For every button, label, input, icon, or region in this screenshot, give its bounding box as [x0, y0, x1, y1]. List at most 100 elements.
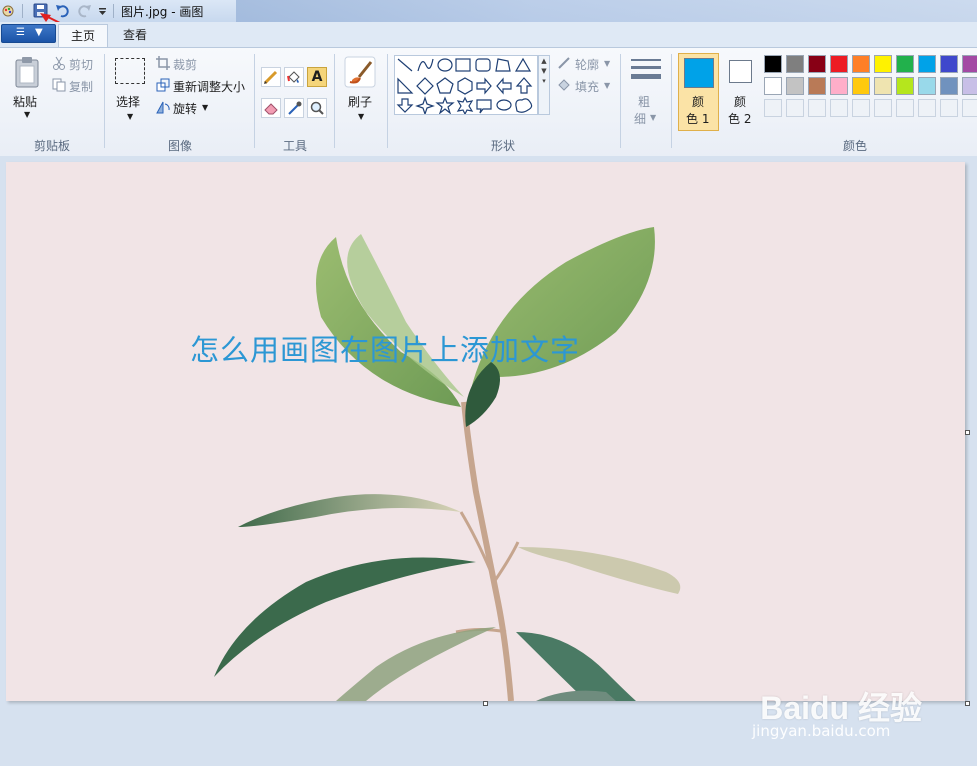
crop-icon [156, 56, 170, 70]
select-button[interactable]: 选择 [116, 93, 140, 110]
palette-swatch-empty[interactable] [962, 99, 977, 117]
copy-button[interactable]: 复制 [69, 78, 93, 95]
eraser-icon[interactable] [261, 98, 281, 118]
ribbon-separator [104, 54, 105, 148]
color1-label-top: 颜 [692, 95, 705, 109]
palette-swatch[interactable] [808, 55, 826, 73]
palette-swatch[interactable] [808, 77, 826, 95]
outline-button[interactable]: 轮廓 [575, 56, 599, 73]
paste-button[interactable]: 粘贴 [13, 93, 37, 110]
rotate-chevron-down-icon[interactable]: ▼ [202, 103, 208, 112]
palette-swatch[interactable] [874, 77, 892, 95]
window-title: 图片.jpg - 画图 [121, 5, 204, 19]
title-bar-background [236, 0, 977, 22]
text-tool-button[interactable]: A [307, 67, 327, 87]
palette-swatch-empty[interactable] [808, 99, 826, 117]
palette-swatch[interactable] [918, 77, 936, 95]
tools-group-label: 工具 [282, 139, 307, 153]
qat-separator [22, 4, 23, 18]
baidu-watermark-url: jingyan.baidu.com [752, 722, 891, 740]
brushes-chevron-down-icon[interactable]: ▼ [358, 112, 364, 121]
palette-swatch-empty[interactable] [874, 99, 892, 117]
canvas-text: 怎么用画图在图片上添加文字 [190, 333, 581, 367]
palette-swatch[interactable] [764, 77, 782, 95]
palette-swatch[interactable] [918, 55, 936, 73]
paint-app-icon[interactable] [1, 3, 15, 17]
palette-swatch[interactable] [852, 77, 870, 95]
tab-view[interactable]: 查看 [112, 24, 158, 48]
canvas-resize-handle-corner[interactable] [965, 701, 970, 706]
copy-icon [52, 78, 66, 92]
palette-swatch-empty[interactable] [786, 99, 804, 117]
ribbon-separator [671, 54, 672, 148]
brushes-button[interactable]: 刷子 [348, 93, 372, 110]
resize-icon [156, 78, 170, 92]
canvas-resize-handle-right[interactable] [965, 430, 970, 435]
fill-bucket-icon[interactable] [284, 67, 304, 87]
brush-icon[interactable] [344, 56, 376, 88]
palette-swatch-empty[interactable] [764, 99, 782, 117]
file-menu-icon: ☰ [16, 27, 25, 38]
palette-swatch[interactable] [830, 77, 848, 95]
shapes-group-label: 形状 [490, 139, 515, 153]
qat-separator [113, 4, 114, 18]
resize-button[interactable]: 重新调整大小 [173, 78, 245, 95]
color1-label-bottom: 色 1 [686, 112, 710, 126]
magnifier-icon[interactable] [307, 98, 327, 118]
color-palette [764, 55, 977, 121]
ribbon-separator [387, 54, 388, 148]
color-picker-icon[interactable] [284, 98, 304, 118]
select-chevron-down-icon[interactable]: ▼ [127, 112, 133, 121]
rotate-button[interactable]: 旋转 [173, 100, 197, 117]
palette-swatch[interactable] [940, 55, 958, 73]
palette-swatch-empty[interactable] [918, 99, 936, 117]
ribbon-separator [334, 54, 335, 148]
ribbon-separator [254, 54, 255, 148]
shapes-gallery[interactable] [394, 55, 538, 116]
color1-swatch [684, 58, 714, 88]
color2-swatch[interactable] [729, 60, 752, 83]
color2-label-top[interactable]: 颜 [734, 93, 746, 110]
pencil-icon[interactable] [261, 67, 281, 87]
palette-swatch[interactable] [896, 77, 914, 95]
palette-swatch[interactable] [764, 55, 782, 73]
palette-swatch-empty[interactable] [830, 99, 848, 117]
canvas-resize-handle-bottom[interactable] [483, 701, 488, 706]
cut-button[interactable]: 剪切 [69, 56, 93, 73]
file-menu-button[interactable]: ☰ ▼ [1, 24, 56, 43]
outline-icon [557, 56, 571, 70]
drawing-canvas[interactable] [6, 162, 965, 701]
palette-swatch-empty[interactable] [896, 99, 914, 117]
quick-access-dropdown-icon[interactable] [98, 6, 108, 16]
size-icon[interactable] [630, 58, 662, 84]
palette-swatch[interactable] [786, 77, 804, 95]
palette-swatch[interactable] [852, 55, 870, 73]
palette-swatch[interactable] [874, 55, 892, 73]
palette-swatch[interactable] [940, 77, 958, 95]
crop-button[interactable]: 裁剪 [173, 56, 197, 73]
size-label-top[interactable]: 粗 [638, 93, 650, 110]
palette-swatch[interactable] [830, 55, 848, 73]
palette-swatch-empty[interactable] [940, 99, 958, 117]
scissors-icon [52, 56, 66, 70]
rotate-icon [156, 100, 170, 114]
size-label-bottom[interactable]: 细 [634, 110, 646, 127]
plant-photo [6, 162, 965, 701]
palette-swatch[interactable] [786, 55, 804, 73]
fill-button[interactable]: 填充 [575, 78, 599, 95]
palette-swatch[interactable] [962, 77, 977, 95]
size-chevron-down-icon[interactable]: ▼ [650, 113, 656, 122]
palette-swatch-empty[interactable] [852, 99, 870, 117]
paste-chevron-down-icon[interactable]: ▼ [24, 110, 30, 119]
paste-icon[interactable] [14, 56, 40, 88]
palette-swatch[interactable] [896, 55, 914, 73]
select-icon[interactable] [115, 58, 145, 84]
outline-chevron-down-icon[interactable]: ▼ [604, 59, 610, 68]
file-menu-chevron-down-icon: ▼ [35, 27, 43, 38]
color2-label-bottom[interactable]: 色 2 [728, 110, 751, 127]
shapes-gallery-scrollbar[interactable]: ▲ ▼ ▾ [538, 55, 550, 115]
clipboard-group-label: 剪贴板 [33, 139, 70, 153]
fill-chevron-down-icon[interactable]: ▼ [604, 81, 610, 90]
tab-home[interactable]: 主页 [58, 24, 108, 48]
palette-swatch[interactable] [962, 55, 977, 73]
